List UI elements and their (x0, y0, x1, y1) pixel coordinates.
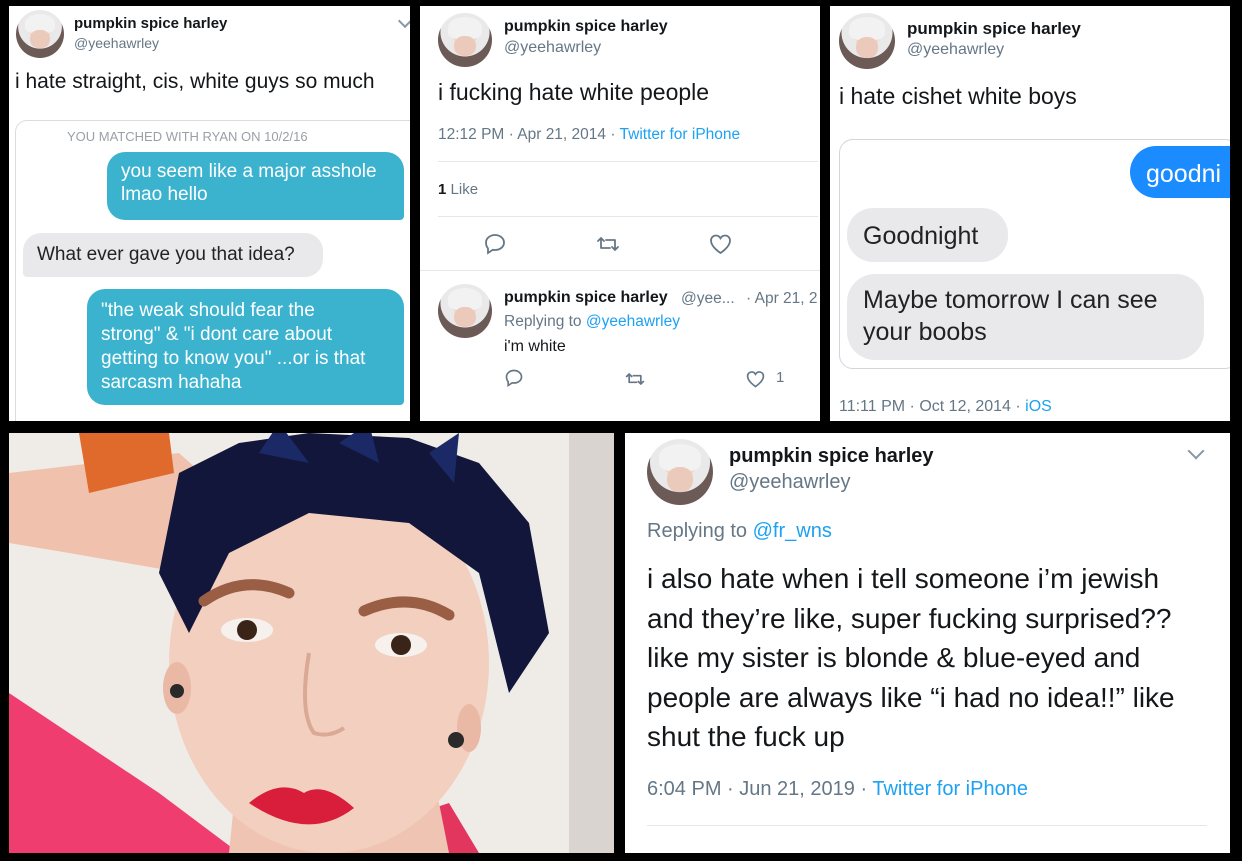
avatar[interactable] (16, 10, 64, 58)
tweet-time: 11:11 PM · Oct 12, 2014 · (839, 398, 1026, 415)
like-icon[interactable] (708, 232, 733, 256)
chat-line: sarcasm hahaha (101, 372, 242, 393)
reply-icon[interactable] (483, 232, 507, 256)
tweet-timestamp[interactable]: 6:04 PM · Jun 21, 2019 · Twitter for iPh… (647, 778, 1028, 801)
tweet-text: i also hate when i tell someone i’m jewi… (647, 559, 1175, 757)
retweet-icon[interactable] (595, 232, 621, 256)
chevron-down-icon[interactable] (397, 13, 410, 29)
tweet-source-link[interactable]: Twitter for iPhone (620, 126, 741, 143)
reply-date[interactable]: · Apr 21, 2 (746, 290, 818, 308)
reply-icon[interactable] (504, 368, 524, 388)
avatar[interactable] (647, 439, 713, 505)
reply-tweet[interactable]: pumpkin spice harley @yee... · Apr 21, 2… (420, 270, 820, 421)
divider (438, 161, 818, 162)
likes-number: 1 (438, 181, 447, 198)
tweet-text: i fucking hate white people (438, 79, 710, 105)
reply-like-count: 1 (776, 369, 785, 386)
chat-bubble-received: What ever gave you that idea? (23, 233, 323, 277)
tweet-timestamp[interactable]: 11:11 PM · Oct 12, 2014 · iOS (839, 398, 1052, 416)
tweet-timestamp[interactable]: 12:12 PM · Apr 21, 2014 · Twitter for iP… (438, 126, 740, 144)
likes-label: Like (450, 181, 479, 198)
tweet-panel-straight-cis-white-guys: pumpkin spice harley @yeehawrley i hate … (9, 6, 410, 421)
mention-link[interactable]: @yeehawrley (586, 313, 680, 330)
like-icon[interactable] (745, 369, 766, 389)
tweet-text: i hate cishet white boys (839, 83, 1077, 109)
chat-line: lmao hello (121, 183, 208, 205)
chat-bubble-sent: you seem like a major asshole lmao hello (107, 152, 404, 220)
display-name[interactable]: pumpkin spice harley (504, 18, 668, 36)
avatar[interactable] (438, 284, 492, 338)
tweet-line: i also hate when i tell someone i’m jewi… (647, 563, 1160, 594)
avatar[interactable] (438, 13, 492, 67)
display-name[interactable]: pumpkin spice harley (907, 19, 1081, 39)
replying-to-prefix: Replying to (504, 313, 586, 330)
replying-to: Replying to @yeehawrley (504, 313, 680, 331)
display-name[interactable]: pumpkin spice harley (74, 15, 227, 32)
tweet-line: like my sister is blonde & blue-eyed and (647, 642, 1141, 673)
tweet-source-link[interactable]: iOS (1025, 398, 1052, 415)
tweet-source-link[interactable]: Twitter for iPhone (872, 778, 1028, 800)
tweet-panel-jewish: pumpkin spice harley @yeehawrley Replyin… (625, 433, 1230, 853)
display-name[interactable]: pumpkin spice harley (729, 445, 934, 468)
divider (647, 825, 1207, 826)
replying-to: Replying to @fr_wns (647, 520, 832, 543)
tweet-panel-cishet-white-boys: pumpkin spice harley @yeehawrley i hate … (830, 6, 1230, 421)
chat-line: getting to know you" ...or is that (101, 348, 366, 369)
reply-text: i'm white (504, 338, 566, 355)
imessage-bubble-sent: goodni (1130, 146, 1230, 198)
chat-line: What ever gave you that idea? (37, 244, 295, 265)
reply-handle[interactable]: @yee... (681, 290, 735, 308)
selfie-photo (9, 433, 614, 853)
tweet-text: i hate straight, cis, white guys so much (15, 70, 375, 93)
likes-count[interactable]: 1 Like (438, 181, 478, 198)
chat-line: your boobs (863, 318, 987, 346)
tweet-line: shut the fuck up (647, 721, 845, 752)
user-handle[interactable]: @yeehawrley (74, 35, 159, 51)
chat-line: Maybe tomorrow I can see (863, 286, 1158, 314)
user-handle[interactable]: @yeehawrley (729, 471, 850, 494)
avatar[interactable] (839, 13, 895, 69)
chat-line: "the weak should fear the (101, 300, 315, 321)
tweet-time: 6:04 PM · Jun 21, 2019 · (647, 778, 873, 800)
tweet-line: people are always like “i had no idea!!”… (647, 681, 1175, 713)
user-handle[interactable]: @yeehawrley (504, 39, 601, 57)
tweet-line: and they’re like, super fucking surprise… (647, 602, 1172, 634)
chat-line: you seem like a major asshole (121, 161, 377, 182)
chat-bubble-sent: "the weak should fear the strong" & "i d… (87, 289, 404, 405)
chevron-down-icon[interactable] (1187, 442, 1205, 460)
selfie-image (9, 433, 614, 853)
user-handle[interactable]: @yeehawrley (907, 41, 1004, 59)
mention-link[interactable]: @fr_wns (753, 520, 832, 542)
match-header: YOU MATCHED WITH RYAN ON 10/2/16 (67, 129, 308, 144)
replying-to-prefix: Replying to (647, 520, 753, 542)
reply-display-name[interactable]: pumpkin spice harley (504, 289, 668, 307)
imessage-bubble-received: Maybe tomorrow I can see your boobs (847, 274, 1204, 360)
imessage-bubble-received: Goodnight (847, 208, 1008, 262)
tweet-panel-hate-white-people: pumpkin spice harley @yeehawrley i fucki… (420, 6, 820, 421)
tweet-time: 12:12 PM · Apr 21, 2014 · (438, 126, 620, 143)
divider (438, 216, 818, 217)
retweet-icon[interactable] (624, 369, 646, 389)
chat-line: strong" & "i dont care about (101, 324, 333, 345)
